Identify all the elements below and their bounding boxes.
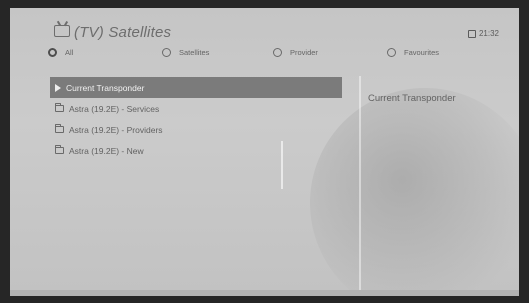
list-item-current-transponder[interactable]: Current Transponder xyxy=(50,77,342,98)
panel-divider xyxy=(359,76,361,296)
list-item-label: Astra (19.2E) - New xyxy=(69,145,144,156)
list-item-astra-providers[interactable]: Astra (19.2E) - Providers xyxy=(50,119,342,140)
info-panel-title: Current Transponder xyxy=(368,93,456,104)
radio-icon xyxy=(387,48,396,57)
calendar-icon xyxy=(467,29,476,38)
tv-bezel: (TV) Satellites 21:32 All Satellites Pro… xyxy=(0,0,529,303)
filter-label: Favourites xyxy=(404,48,440,57)
radio-icon xyxy=(273,48,282,57)
list-item-label: Astra (19.2E) - Services xyxy=(69,103,160,114)
bottom-bar xyxy=(10,290,519,296)
folder-icon xyxy=(55,124,64,133)
page-title: (TV) Satellites xyxy=(74,24,172,41)
filter-label: All xyxy=(65,48,74,57)
clock-time: 21:32 xyxy=(478,29,499,38)
filter-label: Provider xyxy=(290,48,318,57)
list-item-label: Current Transponder xyxy=(66,82,145,93)
radio-icon xyxy=(48,48,57,57)
filter-favourites[interactable]: Favourites xyxy=(387,48,439,57)
channel-list-screen: (TV) Satellites 21:32 All Satellites Pro… xyxy=(10,8,519,296)
radio-icon xyxy=(162,48,171,57)
list-item-astra-new[interactable]: Astra (19.2E) - New xyxy=(50,140,342,161)
play-icon xyxy=(55,83,61,92)
filter-all[interactable]: All xyxy=(48,48,73,57)
scroll-indicator xyxy=(281,141,283,189)
tv-icon xyxy=(54,25,70,37)
bouquet-list: Current Transponder Astra (19.2E) - Serv… xyxy=(50,77,342,161)
folder-icon xyxy=(55,103,64,112)
clock: 21:32 xyxy=(467,29,499,38)
folder-icon xyxy=(55,145,64,154)
filter-provider[interactable]: Provider xyxy=(273,48,318,57)
filter-satellites[interactable]: Satellites xyxy=(162,48,209,57)
list-item-astra-services[interactable]: Astra (19.2E) - Services xyxy=(50,98,342,119)
filter-label: Satellites xyxy=(179,48,210,57)
list-item-label: Astra (19.2E) - Providers xyxy=(69,124,163,135)
